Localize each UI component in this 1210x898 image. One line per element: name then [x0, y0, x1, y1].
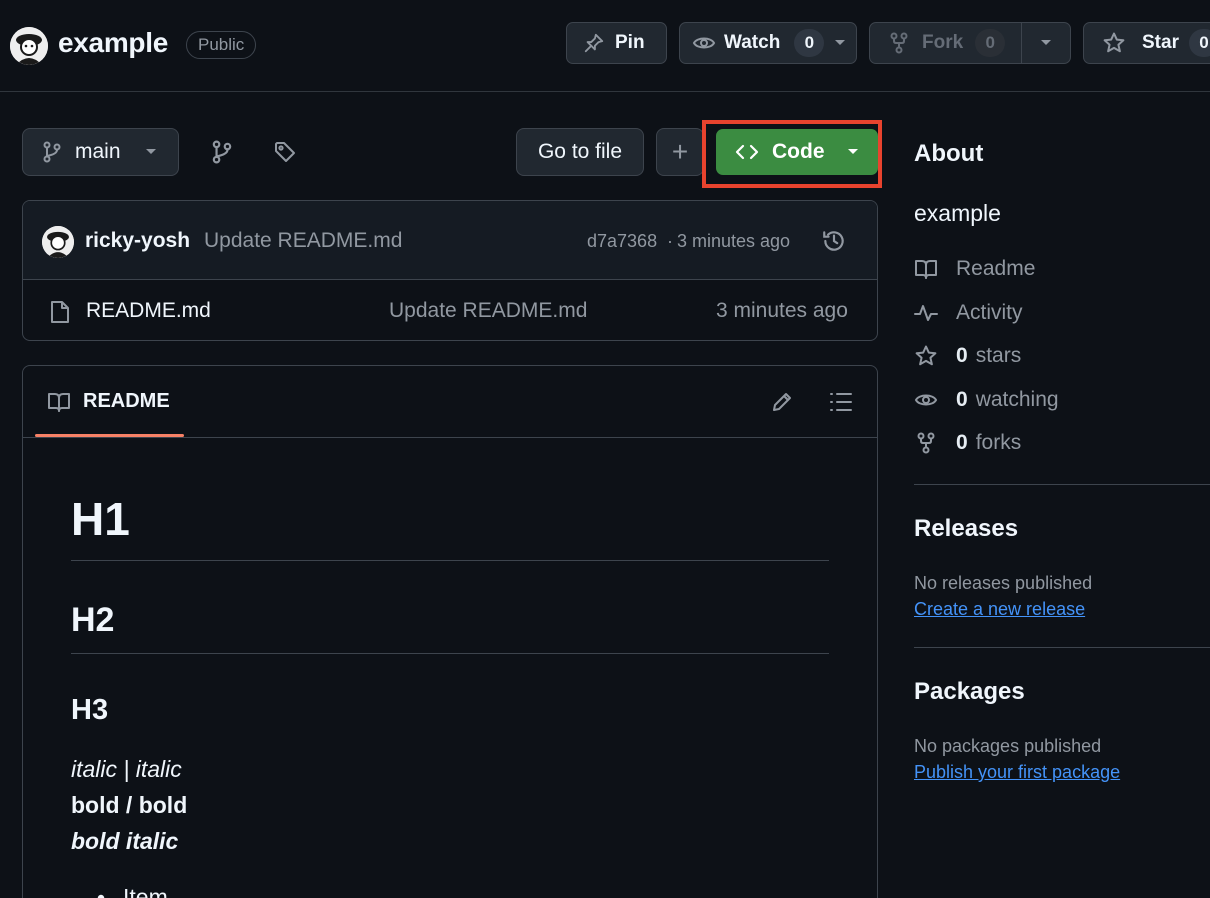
- activity-link-label: Activity: [956, 301, 1023, 324]
- markdown-italic: italic | italic: [71, 756, 182, 782]
- sidebar-readme-link[interactable]: Readme: [914, 257, 1035, 281]
- sidebar-stars-link[interactable]: 0 stars: [914, 344, 1021, 368]
- file-commit-message[interactable]: Update README.md: [389, 299, 587, 323]
- commit-time: 3 minutes ago: [677, 231, 791, 251]
- watch-button[interactable]: Watch 0: [679, 22, 857, 64]
- go-to-file-button[interactable]: Go to file: [516, 128, 644, 176]
- book-icon: [914, 258, 938, 280]
- pin-label: Pin: [615, 32, 645, 53]
- plus-icon: +: [671, 136, 689, 167]
- repo-header: example Public Pin Watch 0 Fork 0 Star 0: [0, 0, 1210, 92]
- readme-tab-underline: [35, 434, 184, 437]
- outline-button[interactable]: [826, 387, 856, 417]
- sidebar-activity-link[interactable]: Activity: [914, 301, 1023, 325]
- markdown-h2: H2: [71, 601, 115, 639]
- git-branch-icon: [43, 141, 61, 163]
- publish-package-link[interactable]: Publish your first package: [914, 762, 1120, 783]
- eye-icon: [692, 31, 716, 55]
- readme-tab[interactable]: README: [47, 390, 170, 413]
- file-name[interactable]: README.md: [86, 299, 211, 323]
- commit-sha[interactable]: d7a7368: [587, 231, 657, 252]
- go-to-file-label: Go to file: [537, 140, 623, 163]
- create-release-link[interactable]: Create a new release: [914, 599, 1085, 620]
- readme-link-label: Readme: [956, 257, 1036, 280]
- about-title: About: [914, 140, 984, 167]
- markdown-list-item: Item: [71, 884, 168, 898]
- list-item-text: Item: [123, 884, 168, 898]
- highlight-box: [702, 120, 882, 188]
- readme-header: README: [23, 366, 877, 438]
- owner-avatar[interactable]: [10, 27, 48, 65]
- file-icon: [50, 300, 70, 324]
- chevron-down-icon: [1040, 39, 1052, 47]
- readme-panel: README H1 H2 H3 italic | italic bold / b…: [22, 365, 878, 898]
- pin-icon: [583, 32, 605, 54]
- commit-message[interactable]: Update README.md: [204, 229, 402, 253]
- forks-label: forks: [975, 431, 1022, 454]
- pencil-icon: [770, 390, 794, 414]
- branch-selector[interactable]: main: [22, 128, 179, 176]
- chevron-down-icon: [145, 148, 157, 156]
- file-row: README.md Update README.md 3 minutes ago: [23, 281, 877, 340]
- watch-label: Watch: [724, 32, 781, 53]
- markdown-h3: H3: [71, 694, 109, 726]
- tags-button[interactable]: [268, 135, 302, 169]
- star-icon: [1102, 31, 1126, 55]
- watching-label: watching: [975, 388, 1059, 411]
- fork-dropdown-button[interactable]: [1021, 22, 1071, 64]
- repo-name[interactable]: example: [58, 27, 168, 59]
- git-branch-icon: [212, 140, 232, 164]
- stars-label: stars: [975, 344, 1022, 367]
- star-label: Star: [1142, 32, 1179, 53]
- fork-button[interactable]: Fork 0: [869, 22, 1022, 64]
- list-icon: [829, 391, 853, 413]
- sidebar-forks-link[interactable]: 0 forks: [914, 431, 1021, 455]
- file-commit-time: 3 minutes ago: [716, 299, 848, 322]
- file-browser: ricky-yosh Update README.md d7a7368 · 3 …: [22, 200, 878, 341]
- star-button[interactable]: Star 0: [1083, 22, 1210, 64]
- releases-title[interactable]: Releases: [914, 515, 1018, 543]
- pin-button[interactable]: Pin: [566, 22, 667, 64]
- star-count: 0: [1188, 29, 1210, 57]
- markdown-bold-italic: bold italic: [71, 828, 179, 854]
- fork-label: Fork: [922, 32, 964, 53]
- commit-separator: ·: [667, 231, 673, 251]
- bullet-icon: [97, 894, 105, 898]
- packages-empty-text: No packages published: [914, 736, 1102, 756]
- chevron-down-icon[interactable]: [834, 39, 846, 47]
- book-icon: [47, 391, 71, 413]
- branch-name: main: [75, 140, 121, 163]
- commit-author[interactable]: ricky-yosh: [85, 229, 190, 253]
- tag-icon: [273, 140, 297, 164]
- stars-count: 0: [956, 344, 968, 367]
- h1-divider: [71, 560, 829, 561]
- markdown-bold: bold / bold: [71, 792, 188, 818]
- sidebar-divider: [914, 484, 1210, 485]
- watching-count: 0: [956, 388, 968, 411]
- forks-count: 0: [956, 431, 968, 454]
- edit-readme-button[interactable]: [767, 387, 797, 417]
- releases-empty-text: No releases published: [914, 573, 1093, 593]
- pulse-icon: [914, 303, 938, 323]
- readme-tab-label: README: [83, 390, 170, 412]
- eye-icon: [914, 388, 938, 412]
- latest-commit-row: ricky-yosh Update README.md d7a7368 · 3 …: [23, 201, 877, 280]
- fork-count: 0: [975, 29, 1006, 57]
- sidebar-divider: [914, 647, 1210, 648]
- branches-button[interactable]: [206, 135, 238, 169]
- packages-title[interactable]: Packages: [914, 678, 1025, 706]
- history-button[interactable]: [819, 226, 849, 256]
- star-icon: [914, 344, 938, 368]
- fork-icon: [914, 432, 938, 454]
- visibility-badge: Public: [186, 31, 257, 59]
- add-file-button[interactable]: +: [656, 128, 704, 176]
- h2-divider: [71, 653, 829, 654]
- history-icon: [821, 228, 847, 254]
- markdown-h1: H1: [71, 493, 130, 545]
- fork-icon: [890, 32, 908, 54]
- sidebar-watching-link[interactable]: 0 watching: [914, 388, 1059, 412]
- watch-count: 0: [794, 29, 825, 57]
- author-avatar[interactable]: [42, 226, 74, 258]
- repo-description: example: [914, 200, 1001, 226]
